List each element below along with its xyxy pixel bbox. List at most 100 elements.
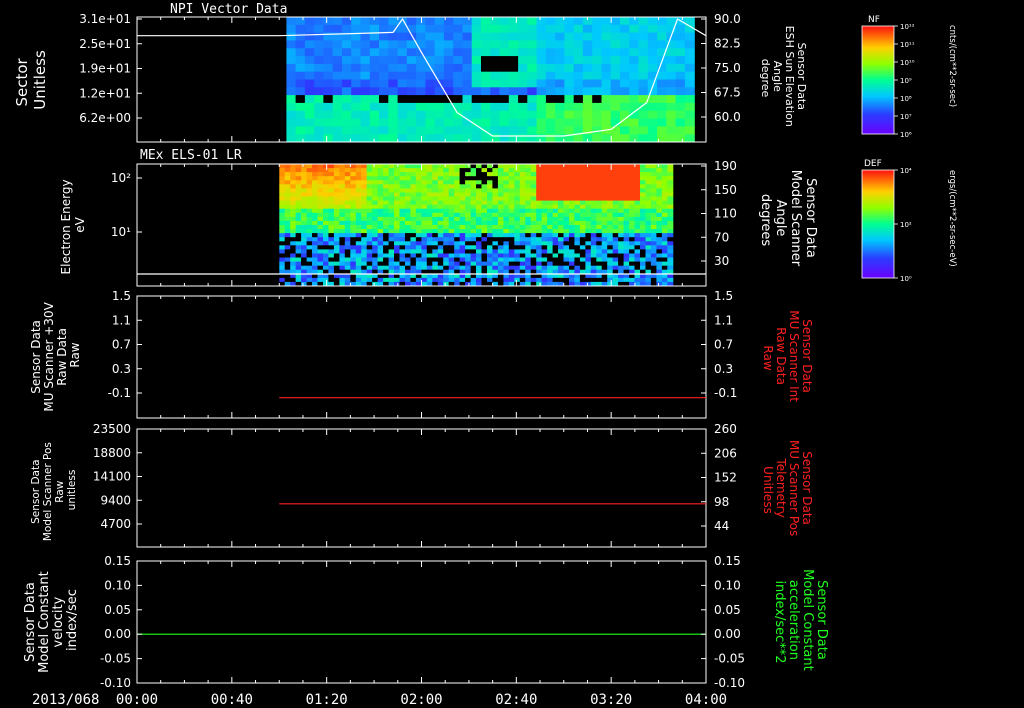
heatmap-cell: [640, 257, 646, 263]
heatmap-cell: [590, 168, 597, 173]
heatmap-cell: [569, 253, 575, 259]
heatmap-cell: [443, 249, 450, 254]
panel2-colorbar: DEF 10⁴10²10⁰ ergs/(cm**2-sr-sec-eV): [861, 159, 957, 283]
heatmap-cell: [481, 184, 488, 189]
heatmap-cell: [490, 32, 501, 41]
heatmap-cell: [620, 79, 630, 88]
heatmap-cell: [295, 233, 302, 238]
heatmap-cell: [585, 225, 592, 230]
heatmap-cell: [317, 200, 324, 206]
heatmap-cell: [592, 102, 603, 112]
heatmap-cell: [350, 261, 357, 267]
heatmap-cell: [426, 249, 433, 254]
heatmap-cell: [405, 253, 411, 259]
heatmap-cell: [657, 95, 667, 104]
heatmap-cell: [437, 204, 444, 210]
heatmap-cell: [399, 261, 406, 267]
heatmap-cell: [323, 245, 329, 250]
heatmap-cell: [372, 180, 379, 185]
heatmap-cell: [675, 32, 686, 41]
heatmap-cell: [383, 233, 390, 238]
heatmap-cell: [481, 71, 491, 80]
heatmap-cell: [453, 87, 464, 96]
heatmap-cell: [497, 184, 504, 189]
heatmap-cell: [366, 216, 373, 222]
heatmap-cell: [585, 265, 592, 271]
heatmap-cell: [399, 188, 406, 193]
heatmap-cell: [323, 168, 329, 173]
heatmap-cell: [432, 212, 439, 218]
heatmap-cell: [656, 216, 663, 222]
heatmap-cell: [596, 180, 603, 185]
heatmap-cell: [399, 229, 406, 234]
heatmap-cell: [405, 216, 411, 222]
heatmap-cell: [314, 79, 325, 88]
heatmap-cell: [525, 180, 532, 185]
heatmap-cell: [366, 265, 373, 271]
heatmap-cell: [306, 188, 313, 193]
heatmap-cell: [564, 79, 575, 88]
heatmap-cell: [462, 56, 473, 65]
heatmap-cell: [394, 225, 400, 230]
heatmap-cell: [323, 118, 334, 127]
heatmap-cell: [579, 265, 586, 271]
heatmap-cell: [410, 204, 417, 210]
heatmap-cell: [295, 71, 306, 80]
heatmap-cell: [541, 220, 548, 226]
heatmap-cell: [569, 176, 575, 181]
heatmap-cell: [339, 196, 346, 202]
heatmap-cell: [295, 87, 306, 96]
heatmap-cell: [388, 204, 395, 210]
heatmap-cell: [369, 40, 380, 49]
heatmap-cell: [564, 17, 575, 26]
heatmap-cell: [405, 196, 411, 202]
heatmap-cell: [377, 241, 384, 246]
heatmap-cell: [629, 249, 636, 254]
heatmap-cell: [410, 172, 417, 177]
heatmap-cell: [492, 176, 499, 181]
heatmap-cell: [623, 229, 630, 234]
heatmap-cell: [601, 134, 612, 142]
heatmap-cell: [388, 188, 395, 193]
heatmap-cell: [295, 245, 302, 250]
heatmap-cell: [579, 196, 586, 202]
heatmap-cell: [518, 71, 528, 80]
heatmap-cell: [541, 245, 548, 250]
heatmap-cell: [306, 249, 313, 254]
heatmap-cell: [525, 208, 532, 214]
heatmap-cell: [558, 200, 564, 206]
heatmap-cell: [525, 245, 532, 250]
heatmap-cell: [410, 249, 417, 254]
heatmap-cell: [645, 245, 652, 250]
heatmap-cell: [332, 79, 343, 88]
heatmap-cell: [355, 216, 362, 222]
heatmap-cell: [342, 102, 352, 112]
heatmap-cell: [508, 204, 515, 210]
colorbar-tick-label: 10⁴: [900, 167, 912, 175]
heatmap-cell: [459, 253, 466, 259]
heatmap-cell: [645, 180, 652, 185]
heatmap-cell: [317, 192, 324, 198]
heatmap-cell: [525, 277, 532, 283]
heatmap-cell: [610, 134, 621, 142]
heatmap-cell: [383, 265, 390, 271]
heatmap-cell: [610, 17, 621, 26]
heatmap-cell: [459, 245, 466, 250]
heatmap-cell: [525, 220, 532, 226]
heatmap-cell: [344, 192, 351, 198]
heatmap-cell: [629, 257, 636, 263]
heatmap-cell: [650, 192, 657, 198]
heatmap-cell: [620, 95, 630, 104]
heatmap-cell: [508, 180, 515, 185]
heatmap-cell: [304, 48, 315, 57]
heatmap-cell: [432, 241, 439, 246]
heatmap-cell: [332, 24, 343, 34]
heatmap-cell: [661, 225, 668, 230]
heatmap-cell: [558, 196, 564, 202]
heatmap-cell: [541, 216, 548, 222]
heatmap-cell: [462, 63, 473, 73]
heatmap-cell: [530, 180, 537, 185]
heatmap-cell: [541, 237, 548, 242]
heatmap-cell: [564, 87, 575, 96]
heatmap-cell: [432, 225, 439, 230]
